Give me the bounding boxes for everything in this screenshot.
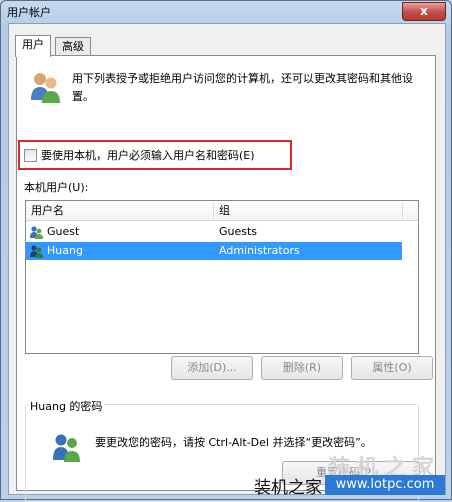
column-header-username[interactable]: 用户名 — [31, 201, 64, 220]
column-divider[interactable] — [402, 203, 403, 218]
window-title: 用户帐户 — [7, 6, 51, 19]
must-login-checkbox[interactable] — [24, 148, 37, 162]
user-group: Guests — [219, 225, 258, 238]
watermark-url: www.lotpc.com — [325, 475, 445, 495]
user-group: Administrators — [219, 244, 300, 257]
tab-users[interactable]: 用户 — [15, 35, 51, 57]
user-accounts-window: 用户帐户 x 用户 高级 用下列表授予或拒绝用户访问您的计算机，还可以更改其密码… — [0, 0, 452, 502]
add-user-button[interactable]: 添加(D)... — [171, 356, 253, 380]
user-name: Guest — [47, 225, 80, 238]
user-icon — [30, 226, 43, 239]
users-list-label: 本机用户(U): — [24, 181, 89, 194]
user-name: Huang — [47, 244, 83, 257]
watermark-brand: 装机之家 — [254, 478, 322, 498]
watermark: 装机之家 www.lotpc.com — [244, 470, 450, 500]
must-login-label: 要使用本机，用户必须输入用户名和密码(E) — [41, 149, 255, 162]
close-button[interactable]: x — [402, 2, 446, 21]
must-login-option[interactable]: 要使用本机，用户必须输入用户名和密码(E) — [24, 145, 255, 165]
users-icon — [31, 73, 60, 103]
column-header-group[interactable]: 组 — [219, 201, 230, 220]
dialog-client-area: 用户 高级 用下列表授予或拒绝用户访问您的计算机，还可以更改其密码和其他设置。 … — [8, 23, 446, 502]
user-row-guest[interactable]: Guest Guests — [26, 223, 418, 241]
tab-advanced[interactable]: 高级 — [55, 37, 91, 56]
intro-text: 用下列表授予或拒绝用户访问您的计算机，还可以更改其密码和其他设置。 — [72, 72, 413, 103]
user-icon — [30, 245, 43, 258]
user-row-huang[interactable]: Huang Administrators — [26, 242, 402, 260]
password-instructions: 要更改您的密码，请按 Ctrl-Alt-Del 并选择“更改密码”。 — [95, 436, 372, 449]
delete-user-button[interactable]: 删除(R) — [261, 356, 343, 380]
properties-button[interactable]: 属性(O) — [351, 356, 433, 380]
list-header: 用户名 组 — [26, 201, 418, 221]
password-group-title: Huang 的密码 — [28, 398, 105, 414]
user-list[interactable]: 用户名 组 Guest Guests Huang Administrators — [25, 200, 419, 354]
users-tab-panel: 用下列表授予或拒绝用户访问您的计算机，还可以更改其密码和其他设置。 要使用本机，… — [16, 55, 436, 502]
user-password-icon — [53, 434, 80, 462]
column-divider[interactable] — [213, 203, 214, 218]
